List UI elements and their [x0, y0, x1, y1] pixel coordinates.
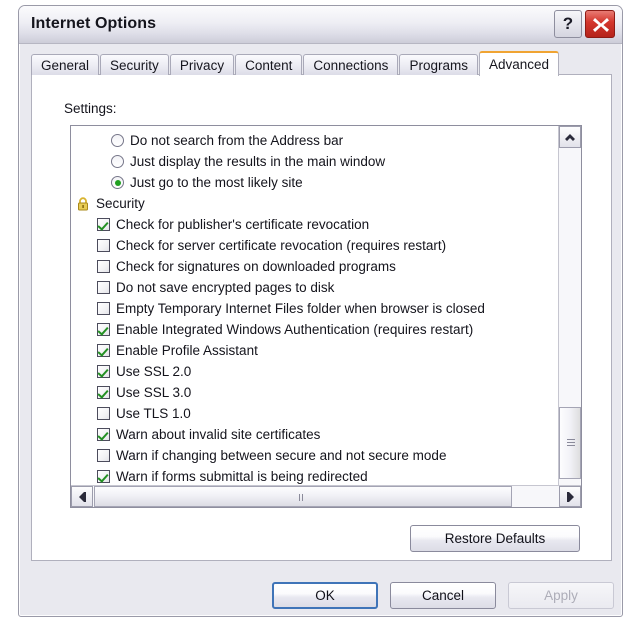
internet-options-dialog: Internet Options ? General Security Priv… [18, 5, 623, 617]
row-label: Enable Profile Assistant [116, 343, 258, 358]
settings-checkbox-row[interactable]: Warn if forms submittal is being redirec… [71, 466, 559, 487]
row-label: Just display the results in the main win… [130, 154, 386, 169]
settings-checkbox-row[interactable]: Check for server certificate revocation … [71, 235, 559, 256]
settings-checkbox-row[interactable]: Do not save encrypted pages to disk [71, 277, 559, 298]
checkbox[interactable] [97, 344, 110, 357]
settings-checkbox-row[interactable]: Check for signatures on downloaded progr… [71, 256, 559, 277]
tab-general[interactable]: General [31, 54, 100, 75]
row-label: Warn if changing between secure and not … [116, 448, 447, 463]
radio-button[interactable] [111, 134, 124, 147]
settings-checkbox-row[interactable]: Enable Profile Assistant [71, 340, 559, 361]
checkbox[interactable] [97, 323, 110, 336]
checkbox[interactable] [97, 449, 110, 462]
scroll-right-button[interactable] [559, 486, 581, 507]
tab-connections[interactable]: Connections [303, 54, 399, 75]
settings-radio-row[interactable]: Just go to the most likely site [71, 172, 559, 193]
help-button[interactable]: ? [554, 10, 582, 38]
settings-radio-row[interactable]: Do not search from the Address bar [71, 130, 559, 151]
tab-privacy[interactable]: Privacy [169, 54, 235, 75]
tab-security[interactable]: Security [100, 54, 169, 75]
checkbox[interactable] [97, 407, 110, 420]
chevron-up-icon [565, 134, 575, 141]
row-label: Do not search from the Address bar [130, 133, 344, 148]
chevron-left-icon [79, 491, 86, 502]
scroll-left-button[interactable] [71, 486, 93, 507]
checkbox[interactable] [97, 428, 110, 441]
settings-checkbox-row[interactable]: Warn about invalid site certificates [71, 424, 559, 445]
settings-checkbox-row[interactable]: Check for publisher's certificate revoca… [71, 214, 559, 235]
tab-programs[interactable]: Programs [399, 54, 478, 75]
horizontal-scrollbar-thumb[interactable] [94, 486, 512, 507]
grip-icon [299, 494, 307, 502]
checkbox[interactable] [97, 218, 110, 231]
ok-button[interactable]: OK [272, 582, 378, 609]
checkbox[interactable] [97, 470, 110, 483]
window-title: Internet Options [31, 15, 157, 32]
settings-checkbox-row[interactable]: Use SSL 3.0 [71, 382, 559, 403]
settings-list: Do not search from the Address bar Just d… [71, 126, 559, 485]
chevron-right-icon [567, 491, 574, 502]
checkbox[interactable] [97, 239, 110, 252]
row-label: Use SSL 2.0 [116, 364, 192, 379]
checkbox[interactable] [97, 365, 110, 378]
row-label: Do not save encrypted pages to disk [116, 280, 335, 295]
row-label: Security [96, 196, 145, 211]
row-label: Check for publisher's certificate revoca… [116, 217, 370, 232]
checkbox[interactable] [97, 281, 110, 294]
screen: Internet Options ? General Security Priv… [0, 0, 641, 629]
row-label: Warn if forms submittal is being redirec… [116, 469, 368, 484]
tab-content[interactable]: Content [235, 54, 303, 75]
row-label: Empty Temporary Internet Files folder wh… [116, 301, 485, 316]
row-label: Check for signatures on downloaded progr… [116, 259, 396, 274]
tab-strip: General Security Privacy Content Connect… [31, 51, 560, 76]
row-label: Check for server certificate revocation … [116, 238, 447, 253]
settings-checkbox-row[interactable]: Enable Integrated Windows Authentication… [71, 319, 559, 340]
checkbox[interactable] [97, 260, 110, 273]
settings-radio-row[interactable]: Just display the results in the main win… [71, 151, 559, 172]
checkbox[interactable] [97, 386, 110, 399]
row-label: Just go to the most likely site [130, 175, 303, 190]
advanced-tab-panel: Settings: Do not search from the Address… [31, 74, 612, 561]
grip-icon [567, 439, 575, 447]
row-label: Warn about invalid site certificates [116, 427, 321, 442]
vertical-scrollbar-thumb[interactable] [559, 407, 581, 479]
dialog-footer: OK Cancel Apply [272, 582, 614, 609]
window-controls: ? [554, 10, 615, 38]
scroll-up-button[interactable] [559, 126, 581, 148]
settings-checkbox-row[interactable]: Warn if changing between secure and not … [71, 445, 559, 466]
settings-checkbox-row[interactable]: Use TLS 1.0 [71, 403, 559, 424]
horizontal-scrollbar[interactable] [71, 485, 581, 507]
apply-button: Apply [508, 582, 614, 609]
settings-group-header: Security [71, 193, 559, 214]
settings-label: Settings: [64, 101, 117, 116]
row-label: Enable Integrated Windows Authentication… [116, 322, 474, 337]
settings-listbox[interactable]: Do not search from the Address bar Just d… [70, 125, 582, 508]
row-label: Use TLS 1.0 [116, 406, 191, 421]
radio-button[interactable] [111, 176, 124, 189]
lock-icon [76, 196, 90, 211]
tab-advanced[interactable]: Advanced [478, 51, 559, 76]
radio-button[interactable] [111, 155, 124, 168]
settings-checkbox-row[interactable]: Empty Temporary Internet Files folder wh… [71, 298, 559, 319]
settings-checkbox-row[interactable]: Use SSL 2.0 [71, 361, 559, 382]
cancel-button[interactable]: Cancel [390, 582, 496, 609]
checkbox[interactable] [97, 302, 110, 315]
close-button[interactable] [585, 10, 615, 38]
vertical-scrollbar[interactable] [558, 126, 581, 507]
title-bar[interactable]: Internet Options ? [19, 6, 622, 44]
restore-defaults-button[interactable]: Restore Defaults [410, 525, 580, 552]
row-label: Use SSL 3.0 [116, 385, 192, 400]
